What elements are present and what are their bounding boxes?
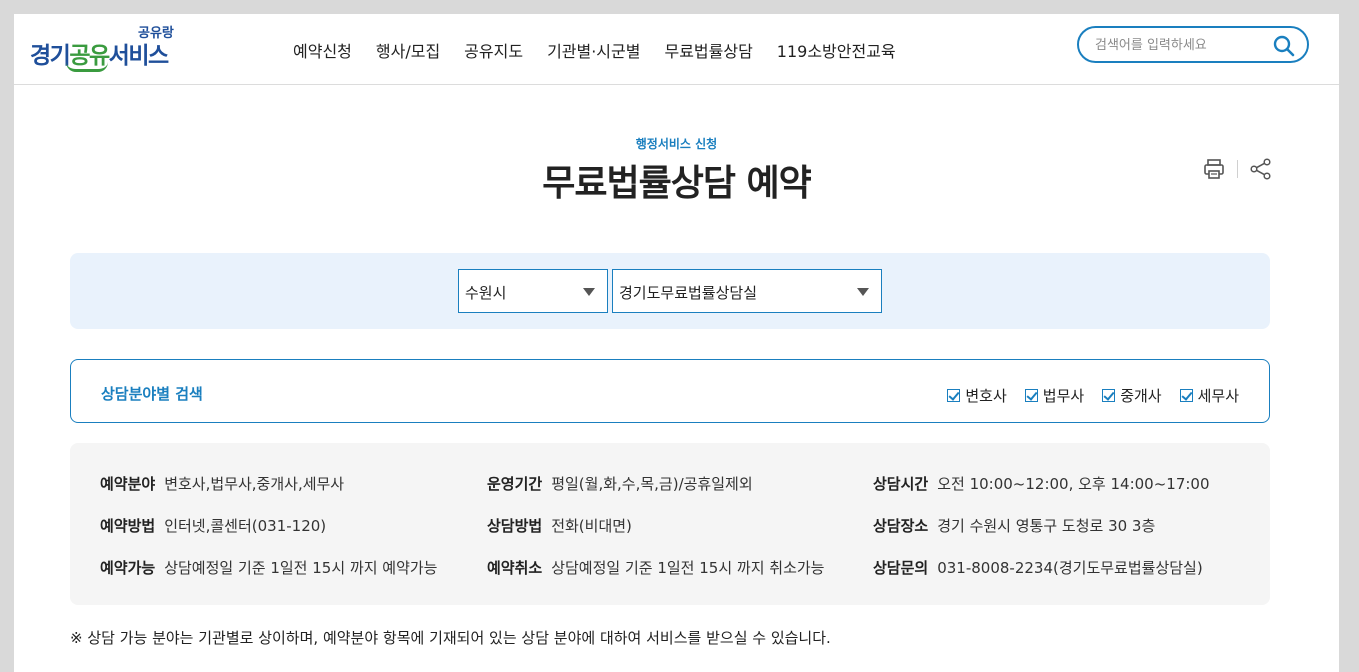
checkbox-realtor[interactable]: 중개사 (1102, 385, 1162, 406)
info-key: 예약취소 (487, 559, 543, 577)
info-reserve-cancel: 예약취소 상담예정일 기준 1일전 15시 까지 취소가능 (487, 557, 824, 578)
search-box (1077, 26, 1309, 63)
info-consult-inquiry: 상담문의 031-8008-2234(경기도무료법률상담실) (873, 557, 1203, 578)
info-value: 경기 수원시 영통구 도청로 30 3층 (937, 517, 1156, 535)
checkbox-icon[interactable] (1102, 389, 1116, 402)
site-header: 공유랑 경기공유서비스 예약신청 행사/모집 공유지도 기관별·시군별 무료법률… (14, 14, 1339, 85)
office-select[interactable]: 경기도무료법률상담실 (612, 269, 882, 313)
checkbox-icon[interactable] (1024, 389, 1038, 402)
office-select-value: 경기도무료법률상담실 (619, 284, 758, 302)
logo-part-1: 경기 (30, 43, 71, 69)
search-input[interactable] (1095, 35, 1265, 55)
info-value: 상담예정일 기준 1일전 15시 까지 예약가능 (164, 559, 438, 577)
site-logo[interactable]: 공유랑 경기공유서비스 (30, 22, 180, 74)
checkbox-label: 법무사 (1042, 387, 1085, 405)
page-frame: 공유랑 경기공유서비스 예약신청 행사/모집 공유지도 기관별·시군별 무료법률… (14, 14, 1339, 672)
info-operating-period: 운영기간 평일(월,화,수,목,금)/공휴일제외 (487, 473, 753, 494)
checkbox-icon[interactable] (947, 389, 961, 402)
location-select-panel: 수원시 경기도무료법률상담실 (70, 253, 1270, 329)
info-key: 상담시간 (873, 475, 929, 493)
info-value: 031-8008-2234(경기도무료법률상담실) (937, 559, 1203, 577)
page-title: 무료법률상담 예약 (542, 163, 812, 204)
info-key: 상담문의 (873, 559, 929, 577)
chevron-down-icon (583, 288, 595, 296)
info-key: 상담장소 (873, 517, 929, 535)
info-value: 평일(월,화,수,목,금)/공휴일제외 (551, 475, 753, 493)
city-select[interactable]: 수원시 (458, 269, 608, 313)
consult-info-panel: 예약분야 변호사,법무사,중개사,세무사 운영기간 평일(월,화,수,목,금)/공휴… (70, 443, 1270, 605)
info-reserve-field: 예약분야 변호사,법무사,중개사,세무사 (100, 473, 344, 494)
info-value: 변호사,법무사,중개사,세무사 (164, 475, 345, 493)
chevron-down-icon (857, 288, 869, 296)
page-tools (1202, 157, 1273, 181)
logo-arc (66, 62, 108, 72)
info-key: 운영기간 (487, 475, 543, 493)
main-nav: 예약신청 행사/모집 공유지도 기관별·시군별 무료법률상담 119소방안전교육 (293, 14, 920, 85)
info-reserve-available: 예약가능 상담예정일 기준 1일전 15시 까지 예약가능 (100, 557, 437, 578)
info-consult-method: 상담방법 전화(비대면) (487, 515, 632, 536)
checkbox-label: 변호사 (965, 387, 1007, 405)
info-key: 예약분야 (100, 475, 156, 493)
info-value: 전화(비대면) (551, 517, 632, 535)
share-icon[interactable] (1249, 157, 1273, 181)
tools-divider (1237, 160, 1238, 178)
filter-checkboxes: 변호사 법무사 중개사 세무사 (929, 385, 1239, 406)
checkbox-icon[interactable] (1179, 389, 1193, 402)
consult-field-filter: 상담분야별 검색 변호사 법무사 중개사 세무사 (70, 359, 1270, 423)
search-icon[interactable] (1273, 35, 1295, 57)
notice-text: ※ 상담 가능 분야는 기관별로 상이하며, 예약분야 항목에 기재되어 있는 … (70, 629, 831, 647)
page-eyebrow: 행정서비스 신청 (635, 137, 718, 151)
logo-part-3: 서비스 (108, 43, 169, 69)
nav-item-events[interactable]: 행사/모집 (376, 38, 440, 62)
nav-item-fire-safety[interactable]: 119소방안전교육 (777, 38, 896, 62)
checkbox-judicial-scrivener[interactable]: 법무사 (1024, 385, 1085, 406)
checkbox-lawyer[interactable]: 변호사 (947, 385, 1007, 406)
checkbox-tax-accountant[interactable]: 세무사 (1179, 385, 1239, 406)
info-consult-place: 상담장소 경기 수원시 영통구 도청로 30 3층 (873, 515, 1155, 536)
city-select-value: 수원시 (465, 284, 507, 302)
info-reserve-method: 예약방법 인터넷,콜센터(031-120) (100, 515, 326, 536)
print-icon[interactable] (1202, 157, 1226, 181)
info-key: 예약방법 (100, 517, 156, 535)
checkbox-label: 중개사 (1120, 387, 1162, 405)
nav-item-by-agency[interactable]: 기관별·시군별 (547, 38, 640, 62)
checkbox-label: 세무사 (1197, 387, 1239, 405)
filter-label: 상담분야별 검색 (101, 385, 203, 403)
nav-item-legal-consult[interactable]: 무료법률상담 (664, 38, 752, 62)
nav-item-share-map[interactable]: 공유지도 (464, 38, 523, 62)
nav-item-reservation[interactable]: 예약신청 (293, 38, 352, 62)
info-consult-time: 상담시간 오전 10:00~12:00, 오후 14:00~17:00 (873, 473, 1210, 494)
info-key: 예약가능 (100, 559, 156, 577)
info-key: 상담방법 (487, 517, 543, 535)
info-value: 오전 10:00~12:00, 오후 14:00~17:00 (937, 475, 1210, 493)
info-value: 인터넷,콜센터(031-120) (164, 517, 327, 535)
info-value: 상담예정일 기준 1일전 15시 까지 취소가능 (551, 559, 825, 577)
